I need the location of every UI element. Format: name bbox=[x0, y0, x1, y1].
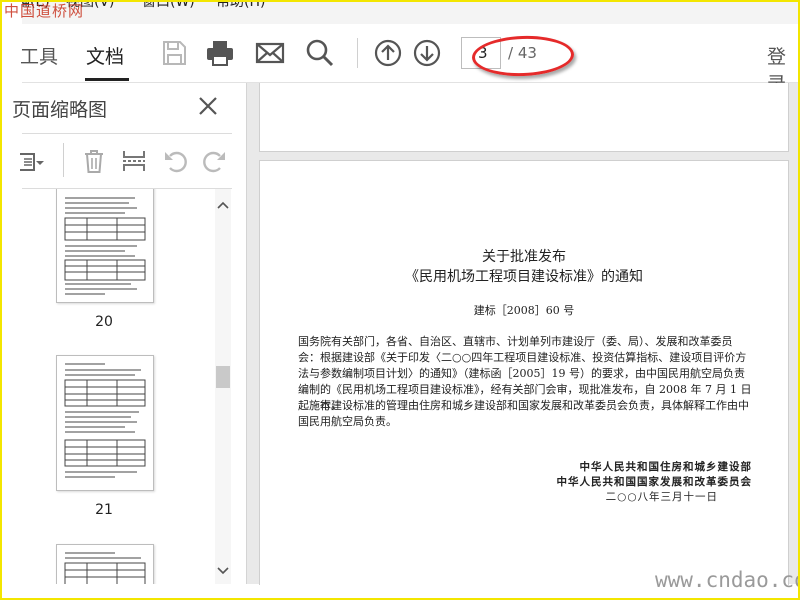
mail-icon[interactable] bbox=[254, 37, 286, 69]
scrollbar-thumb[interactable] bbox=[216, 366, 230, 388]
sidebar-toolbar bbox=[20, 133, 232, 189]
page-up-icon[interactable] bbox=[372, 37, 404, 69]
rotate-left-icon[interactable] bbox=[162, 147, 190, 175]
rotate-right-icon[interactable] bbox=[200, 147, 228, 175]
thumbnail-scrollbar[interactable] bbox=[215, 189, 231, 584]
tab-document[interactable]: 文档 bbox=[86, 42, 124, 69]
thumbnail-content-20 bbox=[64, 197, 146, 295]
extract-icon[interactable] bbox=[120, 147, 148, 175]
menu-help[interactable]: 帮助(H) bbox=[216, 0, 265, 11]
watermark-top-left: 中国道桥网 bbox=[4, 2, 85, 20]
current-page: 关于批准发布 《民用机场工程项目建设标准》的通知 建标［2008］60 号 国务… bbox=[259, 160, 789, 585]
menu-window[interactable]: 窗口(W) bbox=[142, 0, 195, 11]
active-tab-indicator bbox=[85, 78, 129, 81]
scroll-up-icon[interactable] bbox=[215, 197, 231, 213]
menu-bar: 编(E) 视图(V) 窗口(W) 帮助(H) bbox=[22, 0, 798, 24]
thumbnail-content-21 bbox=[64, 363, 146, 478]
delete-icon[interactable] bbox=[80, 147, 108, 175]
doc-signer-2: 中华人民共和国国家发展和改革委员会 bbox=[556, 476, 752, 488]
doc-signer-1: 中华人民共和国住房和城乡建设部 bbox=[579, 461, 752, 473]
previous-page bbox=[259, 83, 789, 152]
page-thumbnail-21[interactable] bbox=[56, 355, 154, 491]
document-view[interactable]: 关于批准发布 《民用机场工程项目建设标准》的通知 建标［2008］60 号 国务… bbox=[247, 83, 798, 585]
print-icon[interactable] bbox=[204, 37, 236, 69]
watermark-bottom-right: www.cndao.com bbox=[655, 568, 800, 592]
thumbnail-label-20: 20 bbox=[95, 314, 113, 330]
sidebar-title: 页面缩略图 bbox=[12, 99, 108, 121]
thumbnail-content-22 bbox=[64, 552, 146, 584]
close-icon[interactable] bbox=[196, 94, 220, 118]
doc-title-line-1: 关于批准发布 bbox=[482, 249, 566, 265]
options-menu-icon[interactable] bbox=[18, 147, 46, 175]
thumbnail-label-21: 21 bbox=[95, 502, 113, 518]
page-thumbnail-22[interactable] bbox=[56, 544, 154, 584]
doc-title-line-2: 《民用机场工程项目建设标准》的通知 bbox=[405, 269, 643, 285]
search-icon[interactable] bbox=[304, 37, 336, 69]
tab-tools[interactable]: 工具 bbox=[20, 42, 58, 69]
page-down-icon[interactable] bbox=[411, 37, 443, 69]
page-thumbnail-20[interactable] bbox=[56, 189, 154, 303]
thumbnail-list: 20 21 bbox=[22, 189, 222, 584]
toolbar-separator bbox=[357, 38, 358, 68]
main-toolbar: 工具 文档 3 / 43 登录 bbox=[20, 24, 798, 95]
doc-number: 建标［2008］60 号 bbox=[473, 304, 575, 317]
save-icon[interactable] bbox=[158, 37, 190, 69]
scroll-down-icon[interactable] bbox=[215, 563, 231, 579]
doc-paragraph-2: 本建设标准的管理由住房和城乡建设部和国家发展和改革委员会负责，具体解释工作由中国… bbox=[298, 399, 749, 428]
thumbnail-sidebar: 页面缩略图 20 21 bbox=[12, 83, 247, 584]
sidebar-toolbar-separator bbox=[63, 143, 64, 177]
doc-date: 二○○八年三月十一日 bbox=[605, 491, 718, 503]
